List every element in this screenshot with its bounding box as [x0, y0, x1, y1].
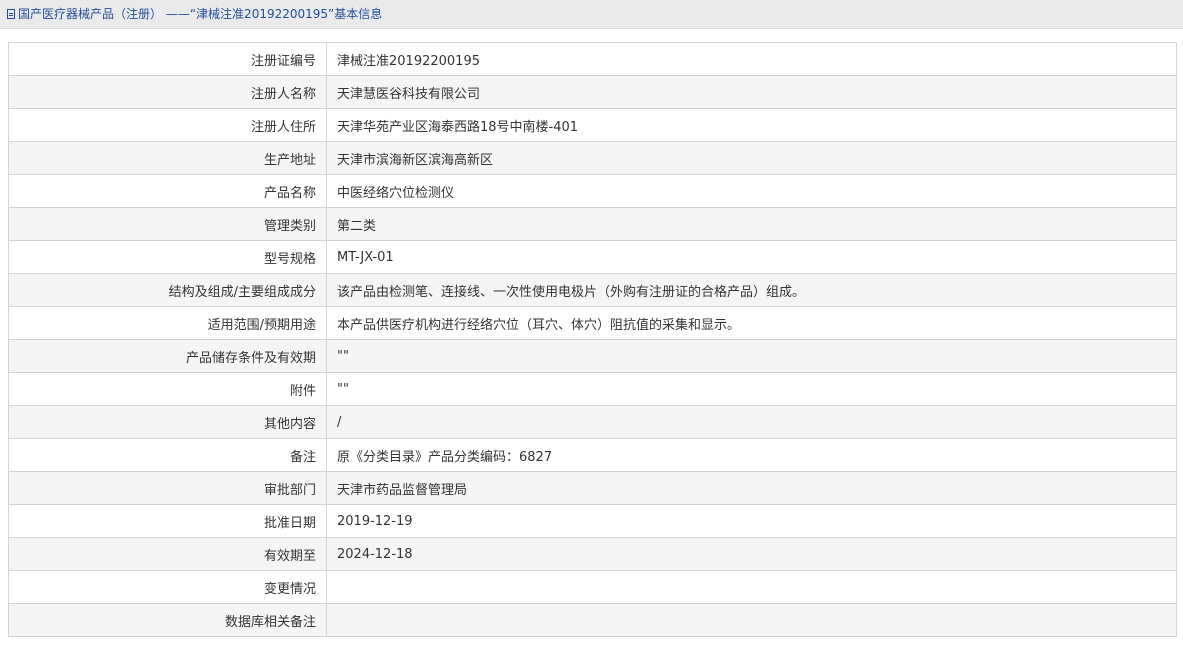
field-label: 有效期至	[8, 537, 327, 571]
field-value: ""	[326, 372, 1177, 406]
field-value: 天津市药品监督管理局	[326, 471, 1177, 505]
field-label: 审批部门	[8, 471, 327, 505]
table-row: 其他内容 /	[8, 405, 1177, 439]
field-value: ""	[326, 339, 1177, 373]
field-label: 结构及组成/主要组成成分	[8, 273, 327, 307]
table-row: 生产地址 天津市滨海新区滨海高新区	[8, 141, 1177, 175]
field-label: 适用范围/预期用途	[8, 306, 327, 340]
field-value: 2024-12-18	[326, 537, 1177, 571]
breadcrumb-category-link[interactable]: 国产医疗器械产品（注册）	[18, 7, 162, 21]
table-row: 注册人住所 天津华苑产业区海泰西路18号中南楼-401	[8, 108, 1177, 142]
table-row: 型号规格 MT-JX-01	[8, 240, 1177, 274]
field-value: 天津慧医谷科技有限公司	[326, 75, 1177, 109]
field-label: 管理类别	[8, 207, 327, 241]
table-row: 管理类别 第二类	[8, 207, 1177, 241]
field-value: 第二类	[326, 207, 1177, 241]
header-bar: 国产医疗器械产品（注册） ——“津械注准20192200195”基本信息	[0, 0, 1183, 29]
field-value: MT-JX-01	[326, 240, 1177, 274]
table-row: 数据库相关备注	[8, 603, 1177, 637]
field-label: 型号规格	[8, 240, 327, 274]
table-row: 审批部门 天津市药品监督管理局	[8, 471, 1177, 505]
field-value: 津械注准20192200195	[326, 42, 1177, 76]
field-value: /	[326, 405, 1177, 439]
field-label: 生产地址	[8, 141, 327, 175]
table-row: 结构及组成/主要组成成分 该产品由检测笔、连接线、一次性使用电极片（外购有注册证…	[8, 273, 1177, 307]
breadcrumb: 国产医疗器械产品（注册） ——“津械注准20192200195”基本信息	[7, 6, 382, 22]
field-label: 注册人住所	[8, 108, 327, 142]
field-label: 附件	[8, 372, 327, 406]
field-label: 批准日期	[8, 504, 327, 538]
breadcrumb-separator: ——	[165, 7, 190, 21]
field-value: 天津华苑产业区海泰西路18号中南楼-401	[326, 108, 1177, 142]
table-row: 批准日期 2019-12-19	[8, 504, 1177, 538]
field-value: 中医经络穴位检测仪	[326, 174, 1177, 208]
field-value: 该产品由检测笔、连接线、一次性使用电极片（外购有注册证的合格产品）组成。	[326, 273, 1177, 307]
table-row: 注册证编号 津械注准20192200195	[8, 42, 1177, 76]
breadcrumb-current-page: “津械注准20192200195”基本信息	[189, 7, 383, 21]
field-value: 本产品供医疗机构进行经络穴位（耳穴、体穴）阻抗值的采集和显示。	[326, 306, 1177, 340]
field-value	[326, 570, 1177, 604]
field-label: 备注	[8, 438, 327, 472]
field-label: 注册证编号	[8, 42, 327, 76]
field-label: 注册人名称	[8, 75, 327, 109]
registration-info-table: 注册证编号 津械注准20192200195 注册人名称 天津慧医谷科技有限公司 …	[8, 42, 1177, 637]
table-row: 附件 ""	[8, 372, 1177, 406]
table-row: 有效期至 2024-12-18	[8, 537, 1177, 571]
field-label: 产品储存条件及有效期	[8, 339, 327, 373]
field-value: 天津市滨海新区滨海高新区	[326, 141, 1177, 175]
document-icon	[7, 9, 15, 19]
table-row: 备注 原《分类目录》产品分类编码：6827	[8, 438, 1177, 472]
table-row: 产品储存条件及有效期 ""	[8, 339, 1177, 373]
table-row: 产品名称 中医经络穴位检测仪	[8, 174, 1177, 208]
info-table-body: 注册证编号 津械注准20192200195 注册人名称 天津慧医谷科技有限公司 …	[8, 42, 1177, 637]
table-row: 适用范围/预期用途 本产品供医疗机构进行经络穴位（耳穴、体穴）阻抗值的采集和显示…	[8, 306, 1177, 340]
table-row: 变更情况	[8, 570, 1177, 604]
field-label: 变更情况	[8, 570, 327, 604]
field-value: 原《分类目录》产品分类编码：6827	[326, 438, 1177, 472]
field-value: 2019-12-19	[326, 504, 1177, 538]
field-label: 数据库相关备注	[8, 603, 327, 637]
field-value	[326, 603, 1177, 637]
table-row: 注册人名称 天津慧医谷科技有限公司	[8, 75, 1177, 109]
field-label: 其他内容	[8, 405, 327, 439]
field-label: 产品名称	[8, 174, 327, 208]
